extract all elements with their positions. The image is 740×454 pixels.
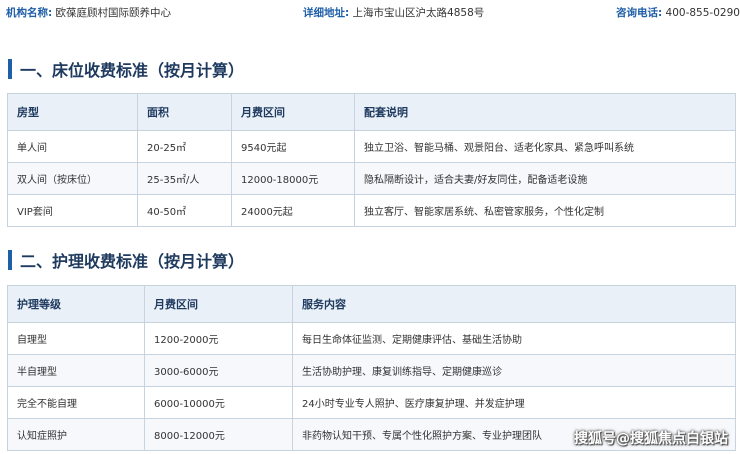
table-cell: VIP套间 — [7, 194, 138, 227]
org-label: 机构名称: — [6, 7, 53, 19]
table-cell: 24小时专业专人照护、医疗康复护理、并发症护理 — [292, 386, 736, 419]
table-cell: 双人间（按床位） — [7, 162, 138, 195]
table-row: 自理型 1200-2000元 每日生命体征监测、定期健康评估、基础生活协助 — [7, 322, 736, 355]
org-value: 欧葆庭顾村国际颐养中心 — [55, 7, 172, 19]
table-header-row: 护理等级 月费区间 服务内容 — [7, 285, 736, 323]
address-info: 详细地址: 上海市宝山区沪太路4858号 — [303, 5, 484, 20]
title-accent-bar — [8, 250, 12, 270]
phone-value: 400-855-0290 — [665, 7, 740, 19]
column-header: 面积 — [137, 93, 232, 131]
phone-info: 咨询电话: 400-855-0290 — [616, 5, 740, 20]
table-cell: 完全不能自理 — [7, 386, 145, 419]
table-cell: 40-50㎡ — [137, 194, 232, 227]
table-cell: 独立客厅、智能家居系统、私密管家服务，个性化定制 — [354, 194, 736, 227]
table-row: 双人间（按床位） 25-35㎡/人 12000-18000元 隐私隔断设计，适合… — [7, 162, 736, 195]
care-section-title: 二、护理收费标准（按月计算） — [8, 249, 244, 271]
table-cell: 1200-2000元 — [144, 322, 293, 355]
column-header: 房型 — [7, 93, 138, 131]
table-cell: 认知症照护 — [7, 418, 145, 451]
table-cell: 独立卫浴、智能马桶、观景阳台、适老化家具、紧急呼叫系统 — [354, 130, 736, 163]
table-cell: 8000-12000元 — [144, 418, 293, 451]
table-cell: 20-25㎡ — [137, 130, 232, 163]
bed-fee-table: 房型 面积 月费区间 配套说明 单人间 20-25㎡ 9540元起 独立卫浴、智… — [7, 93, 736, 227]
table-cell: 3000-6000元 — [144, 354, 293, 387]
address-label: 详细地址: — [303, 7, 350, 19]
table-row: 单人间 20-25㎡ 9540元起 独立卫浴、智能马桶、观景阳台、适老化家具、紧… — [7, 130, 736, 163]
table-row: 半自理型 3000-6000元 生活协助护理、康复训练指导、定期健康巡诊 — [7, 354, 736, 387]
org-info: 机构名称: 欧葆庭顾村国际颐养中心 — [6, 5, 171, 20]
table-cell: 单人间 — [7, 130, 138, 163]
phone-label: 咨询电话: — [616, 7, 663, 19]
table-cell: 自理型 — [7, 322, 145, 355]
column-header: 配套说明 — [354, 93, 736, 131]
table-cell: 25-35㎡/人 — [137, 162, 232, 195]
table-cell: 12000-18000元 — [231, 162, 355, 195]
column-header: 服务内容 — [292, 285, 736, 323]
bed-section-title-text: 一、床位收费标准（按月计算） — [20, 61, 245, 80]
table-cell: 生活协助护理、康复训练指导、定期健康巡诊 — [292, 354, 736, 387]
table-cell: 24000元起 — [231, 194, 355, 227]
header-bar: 机构名称: 欧葆庭顾村国际颐养中心 详细地址: 上海市宝山区沪太路4858号 咨… — [0, 0, 740, 24]
table-row: 完全不能自理 6000-10000元 24小时专业专人照护、医疗康复护理、并发症… — [7, 386, 736, 419]
watermark: 搜狐号@搜狐焦点白银站 — [574, 431, 728, 447]
care-fee-table: 护理等级 月费区间 服务内容 自理型 1200-2000元 每日生命体征监测、定… — [7, 285, 736, 451]
table-row: VIP套间 40-50㎡ 24000元起 独立客厅、智能家居系统、私密管家服务，… — [7, 194, 736, 227]
table-header-row: 房型 面积 月费区间 配套说明 — [7, 93, 736, 131]
bed-section-title: 一、床位收费标准（按月计算） — [8, 58, 244, 80]
care-section-title-text: 二、护理收费标准（按月计算） — [20, 252, 245, 271]
column-header: 月费区间 — [231, 93, 355, 131]
column-header: 护理等级 — [7, 285, 145, 323]
address-value: 上海市宝山区沪太路4858号 — [352, 7, 485, 19]
table-cell: 半自理型 — [7, 354, 145, 387]
table-cell: 每日生命体征监测、定期健康评估、基础生活协助 — [292, 322, 736, 355]
table-cell: 隐私隔断设计，适合夫妻/好友同住，配备适老设施 — [354, 162, 736, 195]
table-cell: 6000-10000元 — [144, 386, 293, 419]
table-cell: 9540元起 — [231, 130, 355, 163]
column-header: 月费区间 — [144, 285, 293, 323]
title-accent-bar — [8, 59, 12, 79]
